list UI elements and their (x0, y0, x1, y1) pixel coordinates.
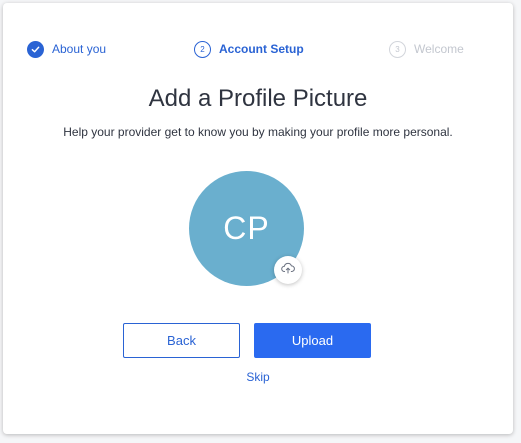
step-welcome: 3 Welcome (389, 39, 464, 59)
avatar-initials: CP (223, 210, 270, 246)
page-title: Add a Profile Picture (148, 85, 368, 112)
page-subtitle: Help your provider get to know you by ma… (63, 125, 453, 139)
step-label: Welcome (414, 42, 464, 56)
step-label: Account Setup (219, 42, 304, 56)
step-number: 2 (194, 40, 211, 58)
back-button[interactable]: Back (123, 323, 240, 358)
skip-link[interactable]: Skip (246, 370, 269, 384)
step-about-you[interactable]: About you (27, 39, 106, 59)
checkmark-icon (27, 40, 44, 58)
step-label: About you (52, 42, 107, 56)
profile-picture-card: About you 2 Account Setup 3 Welcome Add … (3, 3, 513, 434)
step-number: 3 (389, 40, 406, 58)
progress-stepper: About you 2 Account Setup 3 Welcome (27, 39, 489, 59)
skip-link-row: Skip (3, 370, 513, 384)
cloud-upload-icon (281, 261, 295, 279)
upload-photo-button[interactable] (274, 256, 302, 284)
upload-button[interactable]: Upload (254, 323, 371, 358)
step-account-setup[interactable]: 2 Account Setup (194, 39, 304, 59)
